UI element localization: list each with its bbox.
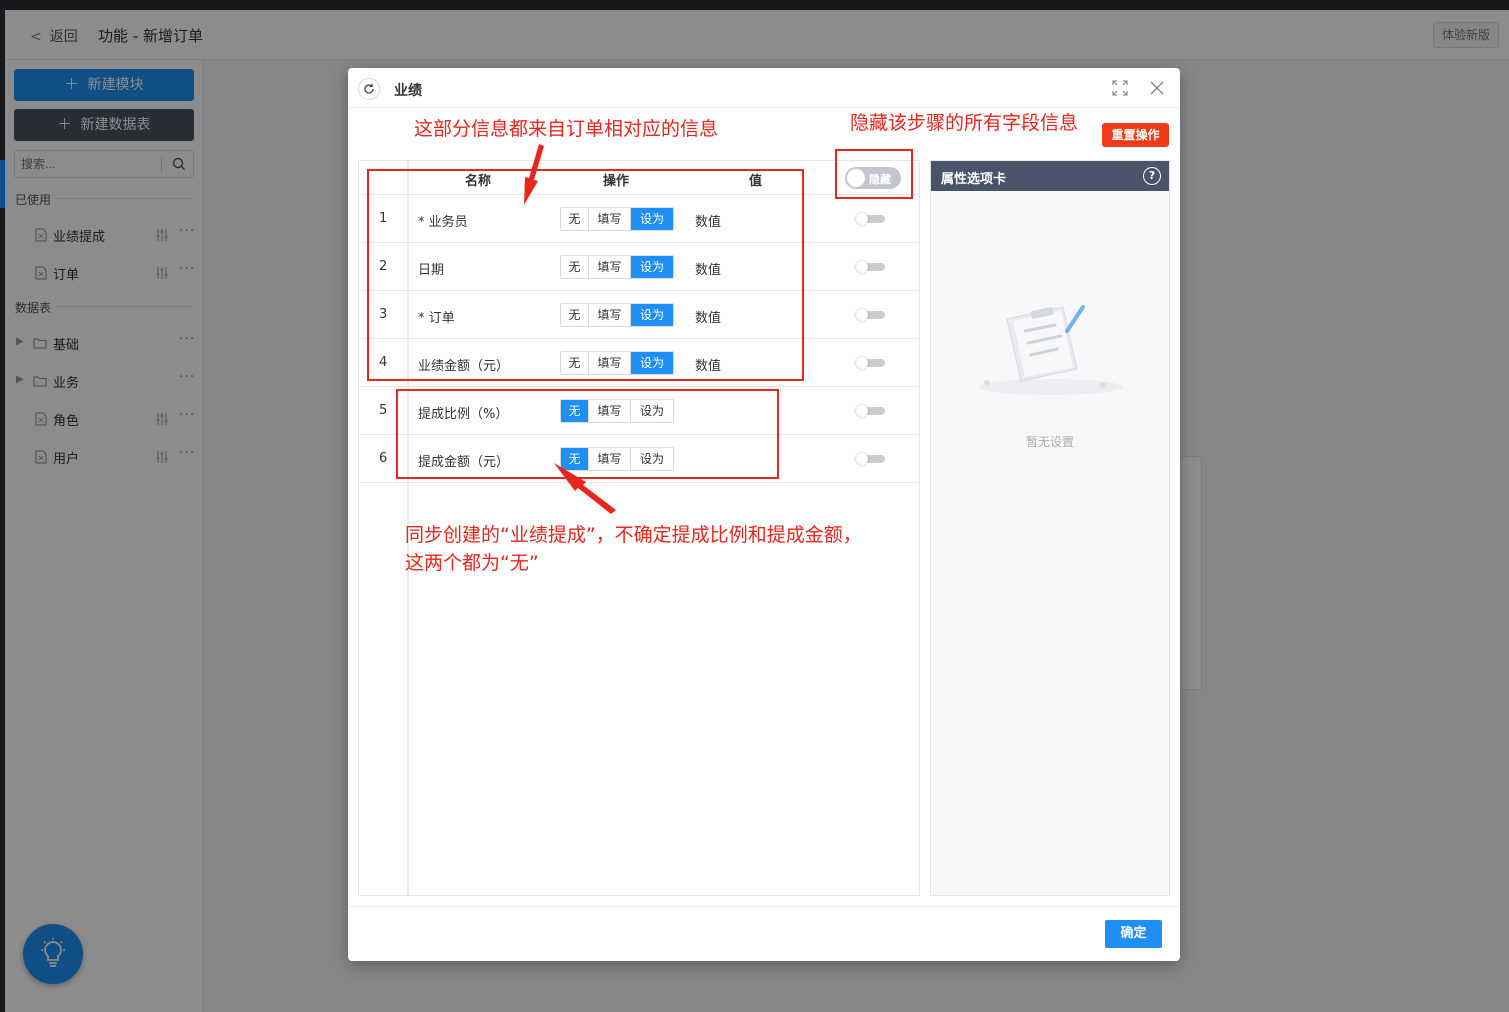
annotation-arrows	[524, 144, 616, 514]
